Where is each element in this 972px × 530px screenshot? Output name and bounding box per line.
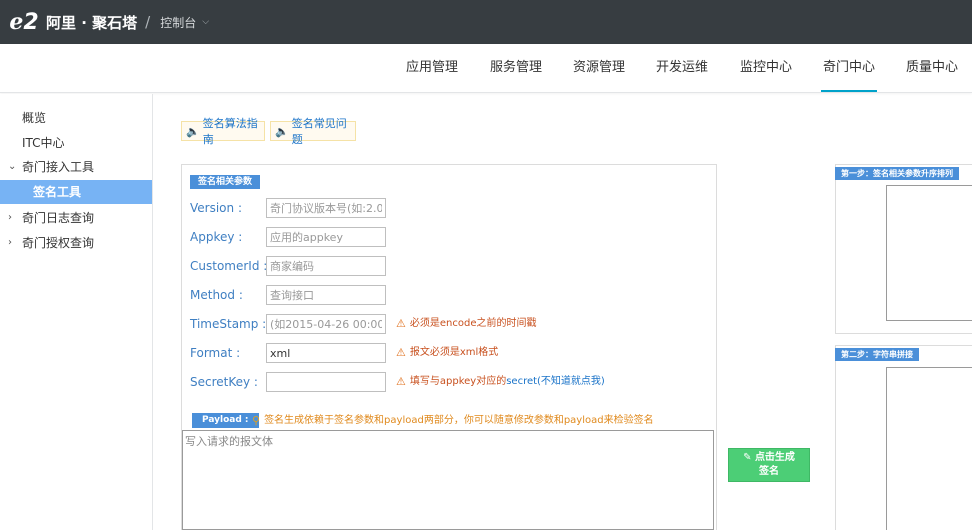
step1-tag: 第一步：签名相关参数升序排列 bbox=[835, 167, 959, 180]
bell-icon: ⚠ bbox=[396, 375, 406, 388]
secret-key-input[interactable] bbox=[266, 372, 386, 392]
bell-icon: ⚠ bbox=[396, 317, 406, 330]
customer-id-input[interactable] bbox=[266, 256, 386, 276]
secret-help-link[interactable]: secret(不知道就点我) bbox=[506, 372, 605, 392]
nav-item-app-management[interactable]: 应用管理 bbox=[406, 44, 458, 92]
console-dropdown[interactable]: 控制台 ⌵ bbox=[160, 14, 209, 31]
timestamp-label: TimeStamp : bbox=[190, 317, 267, 331]
format-hint: ⚠ 报文必须是xml格式 bbox=[396, 343, 498, 363]
payload-tag: Payload : bbox=[192, 413, 259, 428]
nav-item-monitoring[interactable]: 监控中心 bbox=[740, 44, 792, 92]
nav-item-quality-center[interactable]: 质量中心 bbox=[906, 44, 958, 92]
sidebar-item-qimen-log-query[interactable]: › 奇门日志查询 bbox=[0, 206, 152, 230]
secret-key-label: SecretKey : bbox=[190, 375, 258, 389]
lightbulb-icon: ⚲ bbox=[252, 414, 261, 427]
payload-textarea[interactable] bbox=[182, 430, 714, 530]
nav-item-qimen-center[interactable]: 奇门中心 bbox=[821, 44, 878, 92]
top-bar: ℯ2 阿里 · 聚石塔 / 控制台 ⌵ bbox=[0, 0, 972, 44]
method-input[interactable] bbox=[266, 285, 386, 305]
sidebar-item-signature-tool[interactable]: 签名工具 bbox=[0, 180, 152, 204]
sidebar-item-qimen-auth-query[interactable]: › 奇门授权查询 bbox=[0, 231, 152, 255]
secret-key-hint-text: 填写与appkey对应的 bbox=[409, 376, 507, 387]
secret-key-hint: ⚠ 填写与appkey对应的 secret(不知道就点我) bbox=[396, 372, 605, 392]
sidebar: 概览 ITC中心 ⌄ 奇门接入工具 签名工具 › 奇门日志查询 › 奇门授权查询 bbox=[0, 94, 153, 530]
help-link-label: 签名算法指南 bbox=[202, 117, 258, 146]
signature-algorithm-guide-link[interactable]: 🔈 签名算法指南 bbox=[181, 117, 265, 146]
format-input[interactable] bbox=[266, 343, 386, 363]
sidebar-item-overview[interactable]: 概览 bbox=[0, 106, 152, 130]
console-label: 控制台 bbox=[160, 15, 197, 30]
sidebar-item-itc[interactable]: ITC中心 bbox=[0, 131, 152, 155]
step1-output bbox=[886, 185, 972, 321]
speaker-icon: 🔈 bbox=[275, 124, 289, 138]
version-input[interactable] bbox=[266, 198, 386, 218]
brand-title[interactable]: 阿里 · 聚石塔 bbox=[46, 12, 137, 33]
nav-item-resource-management[interactable]: 资源管理 bbox=[573, 44, 625, 92]
section-tag-signature-params: 签名相关参数 bbox=[190, 175, 261, 189]
sidebar-item-label: 奇门日志查询 bbox=[22, 211, 95, 225]
signature-faq-link[interactable]: 🔈 签名常见问题 bbox=[270, 117, 356, 146]
generate-button-line2: 签名 bbox=[759, 466, 779, 477]
sidebar-item-label: ITC中心 bbox=[22, 136, 65, 150]
chevron-right-icon: › bbox=[8, 212, 12, 223]
timestamp-hint-text: 必须是encode之前的时间戳 bbox=[409, 318, 537, 329]
alibaba-logo-icon[interactable]: ℯ2 bbox=[4, 10, 44, 35]
timestamp-input[interactable] bbox=[266, 314, 386, 334]
version-label: Version : bbox=[190, 201, 242, 215]
step2-output bbox=[886, 367, 972, 530]
pencil-icon: ✎ bbox=[743, 452, 752, 463]
format-label: Format : bbox=[190, 346, 241, 360]
main-nav: 应用管理 服务管理 资源管理 开发运维 监控中心 奇门中心 质量中心 bbox=[0, 44, 972, 93]
format-hint-text: 报文必须是xml格式 bbox=[409, 347, 499, 358]
bell-icon: ⚠ bbox=[396, 346, 406, 359]
sidebar-item-label: 概览 bbox=[22, 111, 47, 125]
generate-button-line1: 点击生成 bbox=[754, 452, 795, 463]
help-link-label: 签名常见问题 bbox=[291, 117, 347, 146]
sidebar-item-label: 奇门授权查询 bbox=[22, 236, 95, 250]
sidebar-item-label: 奇门接入工具 bbox=[22, 160, 95, 174]
sidebar-item-label: 签名工具 bbox=[33, 185, 82, 199]
customer-id-label: CustomerId : bbox=[190, 259, 268, 273]
appkey-input[interactable] bbox=[266, 227, 386, 247]
chevron-right-icon: › bbox=[8, 237, 12, 248]
generate-signature-button[interactable]: ✎ 点击生成 签名 bbox=[728, 448, 810, 482]
nav-item-service-management[interactable]: 服务管理 bbox=[490, 44, 542, 92]
payload-note: ⚲ 签名生成依赖于签名参数和payload两部分，你可以随意修改参数和paylo… bbox=[252, 413, 654, 429]
nav-item-devops[interactable]: 开发运维 bbox=[656, 44, 708, 92]
step2-tag: 第二步：字符串拼接 bbox=[835, 348, 919, 361]
sidebar-item-qimen-access-tools[interactable]: ⌄ 奇门接入工具 bbox=[0, 155, 152, 179]
chevron-down-icon: ⌵ bbox=[202, 17, 210, 27]
appkey-label: Appkey : bbox=[190, 230, 243, 244]
speaker-icon: 🔈 bbox=[186, 124, 200, 138]
method-label: Method : bbox=[190, 288, 243, 302]
chevron-down-icon: ⌄ bbox=[8, 161, 17, 172]
timestamp-hint: ⚠ 必须是encode之前的时间戳 bbox=[396, 314, 536, 334]
breadcrumb-separator: / bbox=[145, 13, 151, 31]
payload-note-text: 签名生成依赖于签名参数和payload两部分，你可以随意修改参数和payload… bbox=[264, 415, 654, 426]
